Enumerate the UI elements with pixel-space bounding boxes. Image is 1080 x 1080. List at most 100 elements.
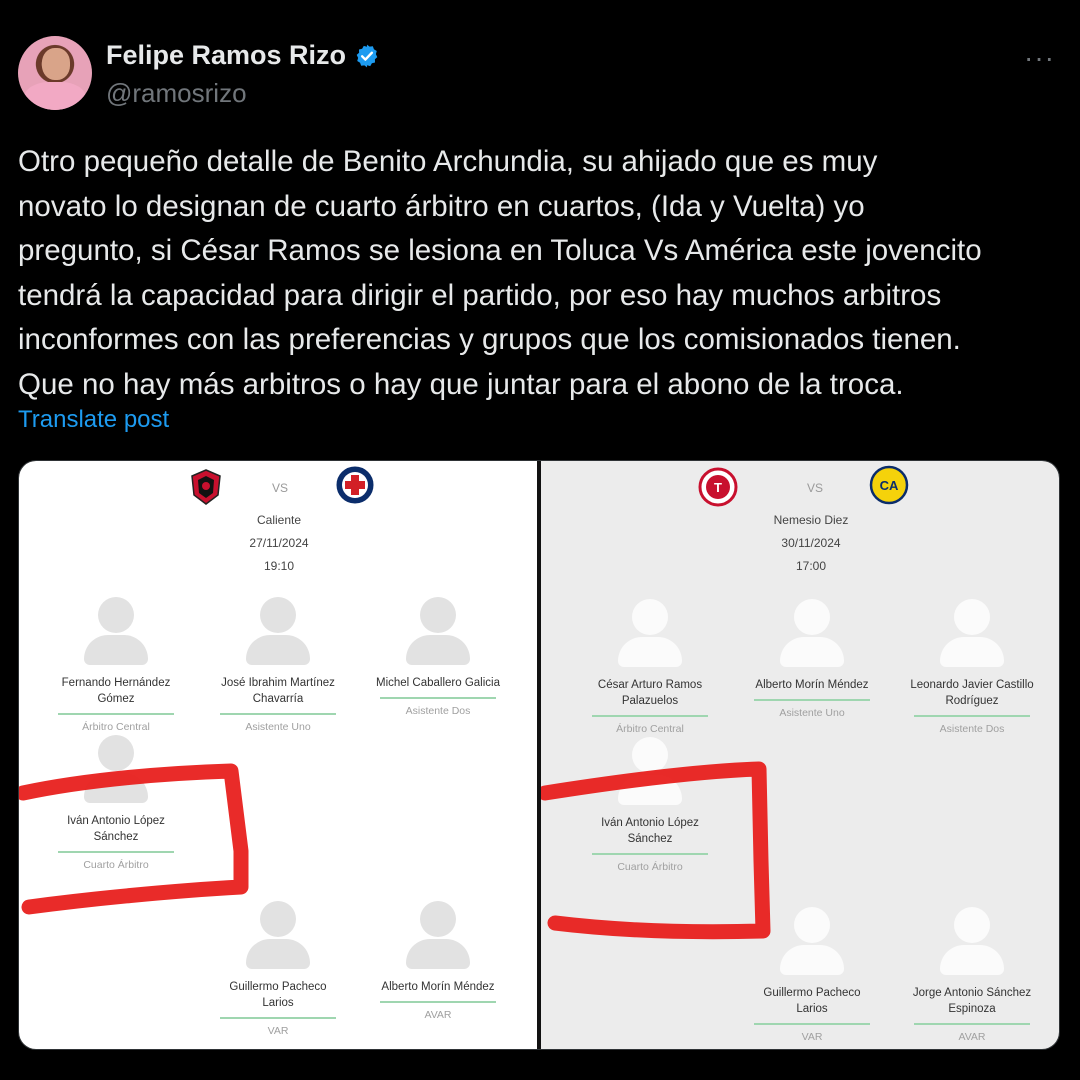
- referee-role: Cuarto Árbitro: [617, 861, 683, 873]
- match-venue: Caliente: [256, 513, 302, 527]
- referee-card[interactable]: Alberto Morín Méndez Asistente Uno: [747, 599, 877, 719]
- svg-text:CA: CA: [880, 478, 899, 493]
- referee-name: José Ibrahim Martínez Chavarría: [221, 677, 335, 705]
- avatar-placeholder-icon: [420, 901, 456, 937]
- referee-card[interactable]: Guillermo Pacheco Larios VAR: [747, 907, 877, 1043]
- verified-badge-icon: [356, 44, 378, 67]
- toluca-crest-icon: T: [698, 467, 738, 507]
- avatar-placeholder-icon: [632, 599, 668, 635]
- referee-name: Iván Antonio López Sánchez: [67, 815, 165, 843]
- referee-name: Iván Antonio López Sánchez: [601, 817, 699, 845]
- divider: [592, 715, 708, 717]
- divider: [220, 713, 336, 715]
- match-time: 19:10: [263, 559, 295, 573]
- author-name[interactable]: Felipe Ramos Rizo: [106, 40, 346, 71]
- tweet-line: tendrá la capacidad para dirigir el part…: [18, 278, 942, 312]
- avatar-placeholder-body: [618, 775, 682, 805]
- divider: [380, 697, 496, 699]
- referee-role: AVAR: [958, 1031, 986, 1043]
- tijuana-crest-icon: [191, 469, 221, 505]
- avatar-placeholder-body: [780, 945, 844, 975]
- referee-name: Fernando Hernández Gómez: [61, 677, 171, 705]
- tweet-line: Otro pequeño detalle de Benito Archundia…: [18, 145, 878, 178]
- avatar-placeholder-icon: [632, 737, 668, 773]
- avatar-placeholder-body: [246, 635, 310, 665]
- author-handle[interactable]: @ramosrizo: [106, 78, 247, 109]
- avatar-placeholder-icon: [98, 597, 134, 633]
- referee-card[interactable]: Leonardo Javier Castillo Rodríguez Asist…: [907, 599, 1037, 735]
- referee-card[interactable]: Michel Caballero Galicia Asistente Dos: [373, 597, 503, 717]
- referee-role: VAR: [801, 1031, 823, 1043]
- referee-role: Asistente Uno: [779, 707, 845, 719]
- referee-card[interactable]: Fernando Hernández Gómez Árbitro Central: [51, 597, 181, 733]
- avatar-placeholder-icon: [954, 599, 990, 635]
- cruz-azul-crest-icon: [336, 466, 374, 504]
- author-name-row: Felipe Ramos Rizo: [106, 40, 380, 71]
- avatar-placeholder-body: [940, 637, 1004, 667]
- referee-name: Alberto Morín Méndez: [381, 981, 495, 993]
- tweet-line: novato lo designan de cuarto árbitro en …: [18, 189, 865, 223]
- divider: [914, 715, 1030, 717]
- referee-role: Asistente Dos: [405, 705, 471, 717]
- avatar-placeholder-body: [84, 635, 148, 665]
- referee-name: Michel Caballero Galicia: [376, 677, 500, 689]
- match-card-left: VS Caliente 27/11/2024 19:10 Fernando He…: [19, 461, 537, 1049]
- referee-name: Leonardo Javier Castillo Rodríguez: [910, 679, 1034, 707]
- match-date: 30/11/2024: [781, 536, 841, 550]
- referee-name: Alberto Morín Méndez: [755, 679, 869, 691]
- avatar-placeholder-body: [406, 939, 470, 969]
- svg-text:T: T: [714, 480, 722, 495]
- translate-post-link[interactable]: Translate post: [18, 406, 169, 434]
- avatar-placeholder-icon: [794, 907, 830, 943]
- avatar-shirt: [24, 82, 86, 110]
- more-options-icon[interactable]: ···: [1024, 42, 1055, 74]
- referee-name: César Arturo Ramos Palazuelos: [597, 679, 703, 707]
- avatar-placeholder-body: [246, 939, 310, 969]
- tweet-line: inconformes con las preferencias y grupo…: [18, 323, 961, 356]
- referee-role: VAR: [267, 1025, 289, 1037]
- avatar-placeholder-body: [406, 635, 470, 665]
- referee-role: Asistente Dos: [939, 723, 1005, 735]
- referee-role: Asistente Uno: [245, 721, 311, 733]
- tweet-line: pregunto, si César Ramos se lesiona en T…: [18, 234, 982, 267]
- tweet-media[interactable]: VS Caliente 27/11/2024 19:10 Fernando He…: [18, 460, 1060, 1050]
- referee-card[interactable]: José Ibrahim Martínez Chavarría Asistent…: [213, 597, 343, 733]
- referee-role: Árbitro Central: [616, 723, 684, 735]
- avatar-placeholder-icon: [420, 597, 456, 633]
- referee-role: Árbitro Central: [82, 721, 150, 733]
- tweet-text: Otro pequeño detalle de Benito Archundia…: [18, 140, 1063, 407]
- divider: [220, 1017, 336, 1019]
- avatar-placeholder-body: [84, 773, 148, 803]
- referee-name: Guillermo Pacheco Larios: [763, 987, 861, 1015]
- divider: [58, 851, 174, 853]
- avatar-placeholder-icon: [954, 907, 990, 943]
- divider: [380, 1001, 496, 1003]
- referee-name: Guillermo Pacheco Larios: [229, 981, 327, 1009]
- match-time: 17:00: [795, 559, 827, 573]
- referee-role: AVAR: [424, 1009, 452, 1021]
- referee-role: Cuarto Árbitro: [83, 859, 149, 871]
- tweet-line: Que no hay más arbitros o hay que juntar…: [18, 367, 904, 401]
- america-crest-icon: CA: [869, 465, 909, 505]
- referee-card[interactable]: Alberto Morín Méndez AVAR: [373, 901, 503, 1021]
- match-date: 27/11/2024: [249, 536, 309, 550]
- referee-name: Jorge Antonio Sánchez Espinoza: [912, 987, 1032, 1015]
- avatar-placeholder-body: [618, 637, 682, 667]
- referee-card[interactable]: César Arturo Ramos Palazuelos Árbitro Ce…: [585, 599, 715, 735]
- author-avatar[interactable]: [18, 36, 92, 110]
- avatar-placeholder-body: [780, 637, 844, 667]
- divider: [754, 699, 870, 701]
- avatar-placeholder-icon: [98, 735, 134, 771]
- divider: [592, 853, 708, 855]
- avatar-placeholder-body: [940, 945, 1004, 975]
- divider: [58, 713, 174, 715]
- referee-card[interactable]: Iván Antonio López Sánchez Cuarto Árbitr…: [51, 735, 181, 871]
- referee-card[interactable]: Jorge Antonio Sánchez Espinoza AVAR: [907, 907, 1037, 1043]
- avatar-placeholder-icon: [794, 599, 830, 635]
- referee-card[interactable]: Iván Antonio López Sánchez Cuarto Árbitr…: [585, 737, 715, 873]
- vs-label: VS: [807, 481, 824, 495]
- avatar-placeholder-icon: [260, 901, 296, 937]
- referee-card[interactable]: Guillermo Pacheco Larios VAR: [213, 901, 343, 1037]
- avatar-placeholder-icon: [260, 597, 296, 633]
- divider: [754, 1023, 870, 1025]
